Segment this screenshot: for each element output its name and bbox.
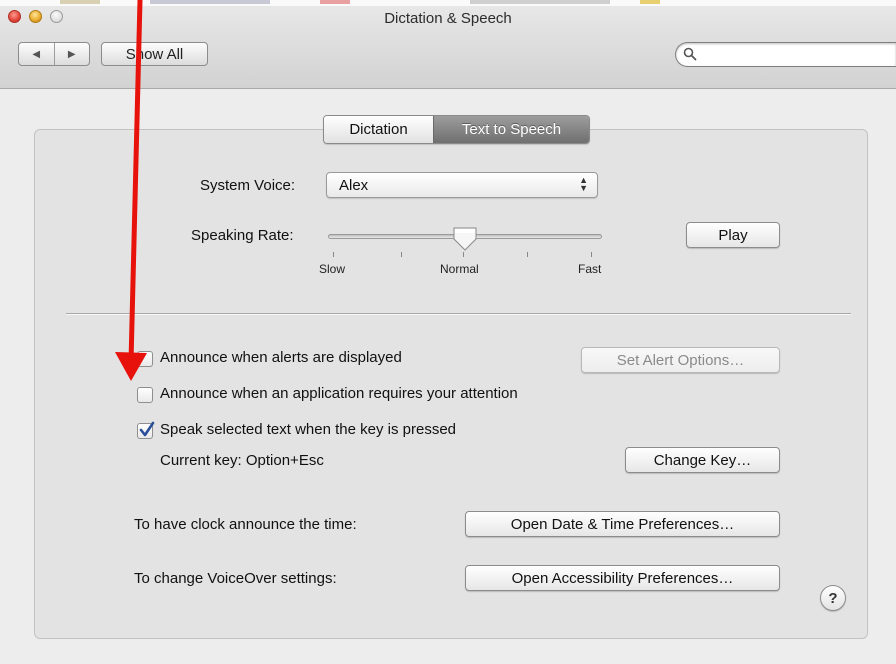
preferences-window: Dictation & Speech ◀ ▶ Show All Dictatio… bbox=[0, 0, 896, 664]
annotation-arrow-icon bbox=[115, 0, 147, 381]
